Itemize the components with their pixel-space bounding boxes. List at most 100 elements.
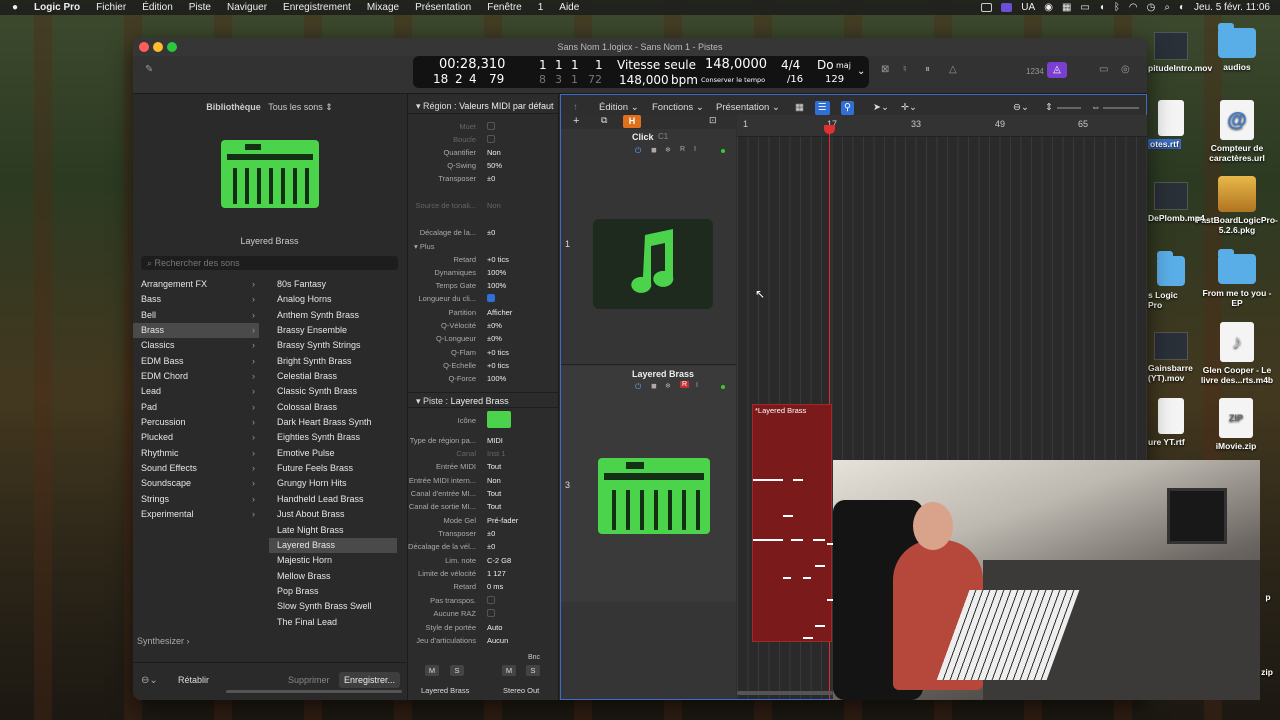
patch-item[interactable]: Anthem Synth Brass bbox=[269, 308, 397, 323]
track-icon-thumbnail[interactable] bbox=[487, 411, 511, 428]
patch-item[interactable]: Dark Heart Brass Synth bbox=[269, 415, 397, 430]
menu-edition[interactable]: Édition bbox=[134, 2, 181, 13]
desktop-icon-from-me[interactable]: From me to you - EP bbox=[1198, 249, 1276, 308]
inspector-row[interactable]: Longueur du cli... bbox=[408, 292, 558, 305]
inspector-row[interactable]: Canal d'entrée MI... Tout bbox=[408, 487, 558, 500]
clock-icon[interactable]: ◷ bbox=[1147, 2, 1156, 13]
battery-icon[interactable]: ▭ bbox=[1080, 2, 1089, 13]
patch-item[interactable]: The Final Lead bbox=[269, 615, 397, 630]
patch-item[interactable]: Slow Synth Brass Swell bbox=[269, 599, 397, 614]
inspector-row-value[interactable]: Auto bbox=[487, 621, 502, 634]
checkbox[interactable] bbox=[487, 596, 495, 604]
inspector-row-value[interactable]: Tout bbox=[487, 460, 501, 473]
lcd-display[interactable]: 00:28,310 1 1 1 1 18 2 4 79 8 3 1 72 Vit… bbox=[413, 56, 869, 88]
catch-icon[interactable]: ⚲ bbox=[841, 101, 854, 115]
menu-presentation[interactable]: Présentation bbox=[407, 2, 479, 13]
waveform-zoom-icon[interactable]: ⊖⌄ bbox=[1013, 101, 1029, 115]
inspector-row[interactable]: Icône bbox=[408, 411, 558, 428]
inspector-row[interactable]: Transposer ±0 bbox=[408, 172, 558, 185]
inspector-row-value[interactable]: MIDI bbox=[487, 434, 503, 447]
inspector-row-value[interactable]: ±0 bbox=[487, 527, 495, 540]
inspector-row-value[interactable]: +0 tics bbox=[487, 346, 509, 359]
desktop-icon-partial-6[interactable]: ure YT.rtf bbox=[1148, 398, 1194, 447]
delete-button[interactable]: Supprimer bbox=[288, 675, 330, 685]
metronome-icon[interactable]: △ bbox=[949, 64, 957, 75]
inspector-row-value[interactable]: C-2 G8 bbox=[487, 554, 511, 567]
inspector-row[interactable]: Transposer ±0 bbox=[408, 527, 558, 540]
checkbox-checked[interactable] bbox=[487, 294, 495, 302]
midi-region[interactable]: *Layered Brass bbox=[752, 404, 833, 642]
inspector-row[interactable]: Q-Flam +0 tics bbox=[408, 346, 558, 359]
options-icon[interactable]: ⊖⌄ bbox=[141, 675, 158, 686]
replace-icon[interactable]: ⊠ bbox=[881, 64, 889, 75]
zoom-button[interactable] bbox=[167, 42, 177, 52]
inspector-row[interactable]: Limite de vélocité 1 127 bbox=[408, 567, 558, 580]
minimize-button[interactable] bbox=[153, 42, 163, 52]
inspector-row-value[interactable]: ±0 bbox=[487, 172, 495, 185]
solo-icon[interactable]: ⏸ bbox=[925, 64, 930, 75]
inspector-row-value[interactable]: ±0% bbox=[487, 332, 502, 345]
inspector-row-value[interactable]: ±0% bbox=[487, 319, 502, 332]
patch-item[interactable]: Brassy Ensemble bbox=[269, 323, 397, 338]
inspector-row[interactable]: Type de région pa... MIDI bbox=[408, 434, 558, 447]
input-monitor-icon[interactable]: I bbox=[696, 382, 698, 389]
screen-record-icon[interactable] bbox=[981, 3, 993, 12]
synthesizer-link[interactable]: Synthesizer › bbox=[137, 636, 190, 646]
desktop-icon-compteur[interactable]: @ Compteur de caractères.url bbox=[1200, 100, 1274, 163]
second-tool-icon[interactable]: ✛⌄ bbox=[901, 101, 917, 115]
checkbox[interactable] bbox=[487, 135, 495, 143]
desktop-icon-partial-7[interactable]: p bbox=[1258, 592, 1278, 602]
count-in-label[interactable]: 1234 bbox=[1026, 67, 1044, 76]
inspector-row-value[interactable]: ±0 bbox=[487, 226, 495, 239]
patch-item[interactable]: Handheld Lead Brass bbox=[269, 492, 397, 507]
checkbox[interactable] bbox=[487, 122, 495, 130]
patch-item[interactable]: Brassy Synth Strings bbox=[269, 338, 397, 353]
category-item[interactable]: Rhythmic bbox=[133, 446, 259, 461]
inspector-row-value[interactable]: 100% bbox=[487, 266, 506, 279]
menu-enregistrement[interactable]: Enregistrement bbox=[275, 2, 359, 13]
inspector-row[interactable]: Canal Inst 1 bbox=[408, 447, 558, 460]
library-search-input[interactable]: ⌕ Rechercher des sons bbox=[141, 256, 398, 270]
library-filter[interactable]: Tous les sons ⇕ bbox=[268, 102, 333, 112]
inspector-row-value[interactable]: Non bbox=[487, 199, 501, 212]
record-arm-button[interactable]: R bbox=[680, 146, 685, 153]
patch-item[interactable]: Bright Synth Brass bbox=[269, 354, 397, 369]
inspector-row-value[interactable]: Aucun bbox=[487, 634, 508, 647]
patch-item[interactable]: Classic Synth Brass bbox=[269, 384, 397, 399]
record-arm-button[interactable]: R bbox=[680, 381, 690, 388]
patch-item[interactable]: Mellow Brass bbox=[269, 569, 397, 584]
menu-fichier[interactable]: Fichier bbox=[88, 2, 134, 13]
patch-item[interactable]: Grungy Horn Hits bbox=[269, 476, 397, 491]
inspector-row-value[interactable]: ±0 bbox=[487, 540, 495, 553]
checkbox[interactable] bbox=[487, 609, 495, 617]
category-item[interactable]: Arrangement FX bbox=[133, 277, 259, 292]
category-item[interactable]: Bell bbox=[133, 308, 259, 323]
category-item[interactable]: EDM Chord bbox=[133, 369, 259, 384]
inspector-row-value[interactable]: Inst 1 bbox=[487, 447, 505, 460]
inspector-row-value[interactable]: Tout bbox=[487, 487, 501, 500]
patch-item[interactable]: Eighties Synth Brass bbox=[269, 430, 397, 445]
inspector-row[interactable]: Q-Longueur ±0% bbox=[408, 332, 558, 345]
patch-item[interactable]: Pop Brass bbox=[269, 584, 397, 599]
patch-item[interactable]: Analog Horns bbox=[269, 292, 397, 307]
control-icon[interactable]: ◉ bbox=[1044, 2, 1053, 13]
strip1-solo-button[interactable]: S bbox=[450, 665, 464, 676]
time-signature[interactable]: 4/4 bbox=[781, 58, 800, 72]
desktop-icon-audios[interactable]: audios bbox=[1212, 23, 1262, 72]
inspector-row[interactable]: Style de portée Auto bbox=[408, 621, 558, 634]
edit-menu[interactable]: Édition ⌄ bbox=[599, 101, 639, 115]
control-center-icon[interactable]: ◐ bbox=[1179, 2, 1185, 13]
track-mute-icon[interactable]: ◼ bbox=[651, 382, 657, 390]
patch-item[interactable]: 80s Fantasy bbox=[269, 277, 397, 292]
input-source[interactable]: UA bbox=[1021, 2, 1035, 13]
track-mute-icon[interactable]: ◼ bbox=[651, 146, 657, 154]
inspector-row[interactable]: Quantifier Non bbox=[408, 146, 558, 159]
list-view-icon[interactable]: ☰ bbox=[815, 101, 830, 115]
patch-item[interactable]: Colossal Brass bbox=[269, 400, 397, 415]
inspector-row[interactable]: Muet bbox=[408, 120, 558, 133]
menu-1[interactable]: 1 bbox=[530, 2, 552, 13]
region-header[interactable]: ▾ Région : Valeurs MIDI par défaut bbox=[408, 98, 558, 114]
menu-mixage[interactable]: Mixage bbox=[359, 2, 407, 13]
desktop-icon-partial-2[interactable]: otes.rtf bbox=[1148, 100, 1194, 149]
menu-piste[interactable]: Piste bbox=[181, 2, 219, 13]
